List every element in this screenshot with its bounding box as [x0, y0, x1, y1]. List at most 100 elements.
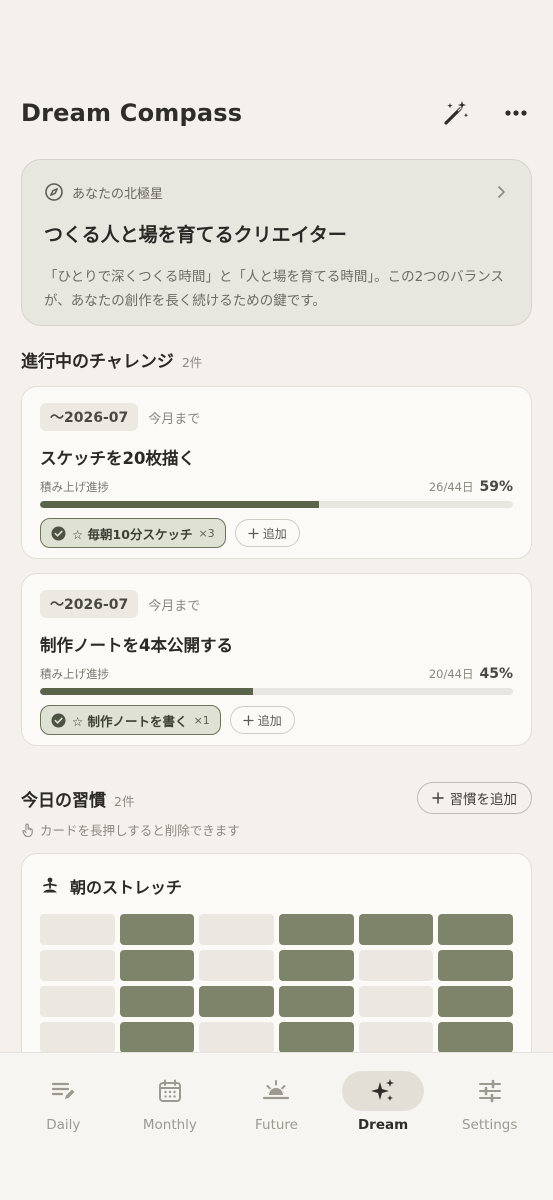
progress-bar-fill [40, 501, 320, 508]
add-habit-label: 習慣を追加 [449, 792, 518, 808]
linked-habit-name: ☆ 制作ノートを書く [72, 713, 188, 729]
habit-day-empty [199, 914, 274, 945]
header-actions [440, 97, 532, 129]
compass-icon [45, 183, 63, 201]
tab-label: Dream [357, 1117, 409, 1133]
habit-day-empty [199, 950, 274, 981]
habit-day-done [278, 914, 354, 945]
progress-bar [40, 501, 513, 508]
tab-dream[interactable]: Dream [333, 1071, 433, 1200]
habit-name: 朝のストレッチ [70, 878, 183, 897]
hand-pointer-icon [22, 823, 33, 837]
north-star-card[interactable]: あなたの北極星 つくる人と場を育てるクリエイター 「ひとりで深くつくる時間」と「… [21, 159, 532, 326]
plus-icon [431, 792, 444, 804]
habit-history-grid [40, 914, 513, 1053]
linked-habit-multiplier: ×3 [198, 526, 215, 540]
habit-day-done [438, 950, 513, 981]
daily-note-icon [52, 1082, 75, 1099]
add-label: 追加 [257, 713, 282, 728]
habit-day-done [278, 986, 354, 1017]
sunrise-icon [263, 1080, 290, 1100]
habits-section-header: 今日の習慣 2件 習慣を追加 [21, 781, 532, 815]
calendar-icon [158, 1079, 181, 1102]
tab-future[interactable]: Future [226, 1071, 326, 1200]
progress-bar [40, 688, 513, 695]
progress-percent: 45% [479, 666, 513, 682]
progress-percent: 59% [479, 479, 513, 495]
challenges-section-title: 進行中のチャレンジ [21, 351, 174, 372]
habit-day-done [438, 986, 513, 1017]
plus-icon [248, 527, 259, 539]
sliders-icon [478, 1079, 501, 1103]
habit-day-empty [40, 950, 115, 981]
linked-habit-chip[interactable]: ☆ 制作ノートを書く ×1 [40, 705, 221, 735]
challenge-card[interactable]: 〜2026-07 今月まで スケッチを20枚描く 積み上げ進捗 26/44日 5… [21, 386, 532, 559]
north-star-label: あなたの北極星 [72, 186, 164, 202]
habit-day-empty [40, 914, 115, 945]
magic-wand-icon [444, 101, 469, 125]
check-circle-icon [51, 713, 66, 727]
habits-section-title: 今日の習慣 [21, 790, 106, 811]
app-header: Dream Compass [21, 92, 532, 134]
habit-day-done [119, 950, 195, 981]
add-habit-button[interactable]: 習慣を追加 [416, 782, 532, 814]
sparkles-icon [371, 1079, 395, 1101]
north-star-title: つくる人と場を育てるクリエイター [44, 224, 347, 246]
add-habit-link-button[interactable]: 追加 [234, 519, 300, 547]
challenge-title: スケッチを20枚描く [40, 449, 195, 468]
habit-day-empty [199, 1022, 274, 1053]
hint-text: カードを長押しすると削除できます [40, 823, 240, 838]
habit-day-done [278, 950, 354, 981]
habit-day-empty [40, 1022, 115, 1053]
tab-settings[interactable]: Settings [440, 1071, 540, 1200]
chevron-right-icon[interactable] [493, 184, 509, 200]
habit-day-done [119, 986, 195, 1017]
deadline-badge: 〜2026-07 [40, 403, 139, 431]
bottom-tab-bar: Daily Monthly Future Dream Settings [0, 1052, 553, 1200]
habits-count: 2件 [114, 793, 135, 809]
app-title: Dream Compass [21, 99, 243, 127]
challenge-title: 制作ノートを4本公開する [40, 636, 233, 655]
deadline-badge: 〜2026-07 [40, 590, 139, 618]
progress-bar-fill [40, 688, 253, 695]
progress-days: 26/44日 [428, 480, 474, 494]
long-press-hint: カードを長押しすると削除できます [21, 820, 240, 839]
habit-day-done [438, 914, 513, 945]
plus-icon [243, 714, 254, 726]
challenge-card[interactable]: 〜2026-07 今月まで 制作ノートを4本公開する 積み上げ進捗 20/44日… [21, 573, 532, 746]
tab-label: Monthly [142, 1117, 197, 1133]
habit-day-empty [358, 1022, 434, 1053]
north-star-description: 「ひとりで深くつくる時間」と「人と場を育てる時間」。この2つのバランスが、あなた… [44, 269, 504, 309]
tab-monthly[interactable]: Monthly [120, 1071, 220, 1200]
check-circle-icon [51, 526, 66, 540]
progress-label: 積み上げ進捗 [40, 667, 109, 681]
add-label: 追加 [262, 526, 287, 541]
habit-day-done [278, 1022, 354, 1053]
tab-label: Future [254, 1117, 298, 1133]
habit-day-done [119, 1022, 195, 1053]
deadline-note: 今月まで [148, 411, 201, 427]
tab-label: Settings [461, 1117, 518, 1133]
habit-day-empty [358, 986, 434, 1017]
progress-days: 20/44日 [428, 667, 474, 681]
challenges-count: 2件 [181, 354, 203, 370]
habit-day-done [358, 914, 434, 945]
progress-label: 積み上げ進捗 [40, 480, 109, 494]
habit-day-empty [40, 986, 115, 1017]
tab-daily[interactable]: Daily [13, 1071, 113, 1200]
more-dots-icon [505, 110, 527, 116]
habit-day-done [438, 1022, 513, 1053]
add-habit-link-button[interactable]: 追加 [229, 706, 295, 734]
habit-day-done [119, 914, 195, 945]
linked-habit-chip[interactable]: ☆ 毎朝10分スケッチ ×3 [40, 518, 226, 548]
challenges-section-header: 進行中のチャレンジ 2件 [21, 346, 532, 372]
deadline-note: 今月まで [148, 598, 201, 614]
habit-day-done [199, 986, 274, 1017]
habit-day-empty [358, 950, 434, 981]
tab-label: Daily [46, 1117, 81, 1133]
magic-wand-button[interactable] [440, 97, 472, 129]
more-button[interactable] [500, 97, 532, 129]
meditation-icon [43, 877, 57, 893]
linked-habit-name: ☆ 毎朝10分スケッチ [72, 526, 193, 542]
linked-habit-multiplier: ×1 [193, 713, 210, 727]
